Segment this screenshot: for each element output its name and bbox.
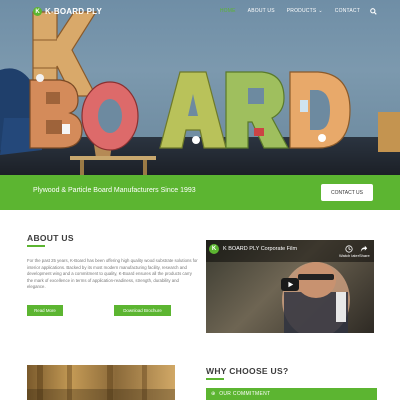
video-channel-logo[interactable]: K: [209, 244, 219, 254]
search-icon[interactable]: [366, 0, 380, 22]
logo-mark: K: [33, 7, 42, 16]
share-button[interactable]: Share: [359, 245, 370, 258]
brand-logo[interactable]: K K-BOARD PLY: [33, 7, 102, 16]
about-title: ABOUT US: [27, 233, 74, 243]
corporate-film-video[interactable]: K K BOARD PLY Corporate Film Watch later…: [206, 240, 374, 333]
chevron-down-icon: ⌄: [318, 8, 323, 14]
about-description: For the past 25 years, K-Board has been …: [27, 258, 198, 290]
why-choose-us-title: WHY CHOOSE US?: [206, 366, 289, 376]
contact-us-button[interactable]: CONTACT US: [321, 184, 373, 201]
read-more-button[interactable]: Read More: [27, 305, 63, 316]
share-label: Share: [359, 253, 370, 258]
tagline-text: Plywood & Particle Board Manufacturers S…: [33, 187, 196, 194]
nav-item-about-us[interactable]: ABOUT US: [242, 0, 281, 22]
watch-later-label: Watch later: [339, 253, 360, 258]
tagline-band: Plywood & Particle Board Manufacturers S…: [0, 175, 400, 210]
watch-later-button[interactable]: Watch later: [339, 245, 359, 258]
office-photo: [27, 365, 175, 400]
play-icon: [287, 281, 293, 288]
hero-banner: K K-BOARD PLY HOME ABOUT US PRODUCTS ⌄ C…: [0, 0, 400, 175]
play-button[interactable]: [281, 278, 299, 291]
accordion-label: OUR COMMITMENT: [219, 391, 271, 397]
plus-icon: ⊕: [211, 391, 216, 397]
top-navbar: K K-BOARD PLY HOME ABOUT US PRODUCTS ⌄ C…: [0, 0, 400, 22]
clock-icon: [345, 245, 353, 253]
nav-item-contact[interactable]: CONTACT: [329, 0, 366, 22]
video-title[interactable]: K BOARD PLY Corporate Film: [223, 246, 297, 252]
main-menu: HOME ABOUT US PRODUCTS ⌄ CONTACT: [214, 0, 380, 22]
why-title-underline: [206, 378, 224, 380]
brand-name: K-BOARD PLY: [45, 7, 103, 16]
download-brochure-button[interactable]: Download Brochure: [114, 305, 171, 316]
nav-item-home[interactable]: HOME: [214, 0, 242, 22]
nav-item-products-label: PRODUCTS: [286, 8, 317, 14]
hero-image: [0, 11, 400, 175]
accordion-our-commitment[interactable]: ⊕ OUR COMMITMENT: [206, 388, 377, 400]
about-title-underline: [27, 245, 45, 247]
share-icon: [361, 245, 368, 253]
nav-item-products[interactable]: PRODUCTS ⌄: [281, 0, 329, 22]
